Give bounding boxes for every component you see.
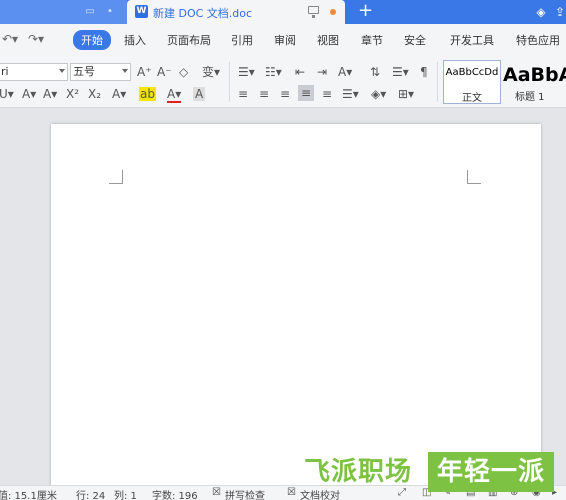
grow-font-icon[interactable]: A⁺ (137, 65, 152, 79)
menu-view[interactable]: 视图 (317, 32, 339, 48)
spell-check-icon[interactable]: ☒ (212, 487, 221, 498)
menu-special-apps[interactable]: 特色应用 (516, 32, 560, 48)
show-marks-icon[interactable]: ¶ (420, 65, 428, 79)
align-left-icon[interactable]: ≡ (238, 87, 248, 101)
borders-icon[interactable]: ⊞▾ (398, 87, 414, 101)
distributed-align-icon[interactable]: ≡ (322, 87, 332, 101)
menu-review[interactable]: 审阅 (274, 32, 296, 48)
redo-icon[interactable]: ↷▾ (28, 32, 44, 46)
font-name-select[interactable]: ri (0, 63, 68, 81)
document-tab-title: 新建 DOC 文档.doc (153, 7, 253, 20)
skin-icon[interactable]: ◈ (533, 4, 549, 20)
divider (229, 62, 230, 102)
justify-icon[interactable]: ≡ (298, 85, 315, 101)
unsaved-dot-icon (330, 9, 336, 15)
doc-check-icon[interactable]: ☒ (287, 487, 296, 498)
decrease-indent-icon[interactable]: ⇤ (295, 65, 305, 79)
undo-icon[interactable]: ↶▾ (2, 32, 18, 46)
share-icon[interactable]: ⇪ (552, 4, 566, 20)
clear-format-icon[interactable]: ◇ (179, 65, 188, 79)
bullet-list-icon[interactable]: ☰▾ (238, 65, 255, 79)
menu-page-layout[interactable]: 页面布局 (167, 32, 211, 48)
shading-icon[interactable]: ◈▾ (371, 87, 386, 101)
status-word-count[interactable]: 字数: 196 (152, 487, 198, 500)
line-spacing-icon[interactable]: ☰▾ (392, 65, 409, 79)
style-heading-1-sample[interactable]: AaBbA (503, 64, 566, 86)
ribbon-toolbar: ri 五号 A⁺ A⁻ ◇ 变▾ U▾ A▾ A▾ X² X₂ A▾ ab A▾… (0, 56, 566, 108)
menu-references[interactable]: 引用 (231, 32, 253, 48)
font-size-value: 五号 (73, 65, 95, 78)
paragraph-spacing-icon[interactable]: ☰▾ (342, 87, 359, 101)
status-position[interactable]: 值: 15.1厘米 (0, 487, 57, 500)
word-doc-icon: W (135, 5, 148, 18)
menu-chapter[interactable]: 章节 (361, 32, 383, 48)
tab-bar: ▭ • W 新建 DOC 文档.doc + ◈ ⇪ (0, 0, 566, 24)
style-heading-1-label: 标题 1 (515, 92, 545, 103)
text-color-icon[interactable]: A▾ (167, 87, 182, 103)
inactive-tab[interactable]: ▭ • (0, 0, 127, 24)
text-direction-icon[interactable]: A▾ (338, 65, 352, 79)
watermark-text-right: 年轻一派 (428, 452, 554, 492)
watermark-text-left: 飞派职场 (304, 457, 413, 487)
new-tab-icon[interactable]: + (358, 1, 373, 21)
superscript-icon[interactable]: X² (66, 87, 79, 101)
font-name-value: ri (1, 65, 9, 78)
monitor-icon[interactable]: ▭ (84, 6, 96, 18)
underline-icon[interactable]: U▾ (0, 87, 14, 101)
margin-corner-mark (109, 170, 123, 184)
style-normal-label: 正文 (462, 93, 482, 104)
margin-corner-mark (467, 170, 481, 184)
spell-check-button[interactable]: 拼写检查 (225, 487, 265, 500)
menu-bar: ↶▾ ↷▾ 开始 插入 页面布局 引用 审阅 视图 章节 安全 开发工具 特色应… (0, 24, 566, 56)
style-normal-sample: AaBbCcDd (445, 67, 499, 78)
phonetic-guide-icon[interactable]: 变▾ (202, 65, 220, 79)
highlight-icon[interactable]: ab (139, 87, 156, 101)
increase-indent-icon[interactable]: ⇥ (317, 65, 327, 79)
divider (437, 62, 438, 102)
chevron-down-icon (59, 69, 65, 73)
font-color-dropdown-icon[interactable]: A▾ (22, 87, 36, 101)
subscript-icon[interactable]: X₂ (88, 87, 101, 101)
monitor-icon[interactable] (308, 6, 319, 18)
char-shading-icon[interactable]: A (193, 87, 206, 101)
tab-dot-icon: • (107, 6, 113, 17)
font-size-select[interactable]: 五号 (70, 63, 131, 81)
align-right-icon[interactable]: ≡ (280, 87, 290, 101)
sort-icon[interactable]: ⇅ (370, 65, 380, 79)
menu-start[interactable]: 开始 (73, 30, 111, 50)
text-effect-icon[interactable]: A▾ (112, 87, 126, 101)
menu-security[interactable]: 安全 (404, 32, 426, 48)
align-center-icon[interactable]: ≡ (259, 87, 269, 101)
strikethrough-icon[interactable]: A▾ (43, 87, 57, 101)
chevron-down-icon (122, 69, 128, 73)
active-document-tab[interactable]: W 新建 DOC 文档.doc (127, 0, 345, 24)
shrink-font-icon[interactable]: A⁻ (157, 65, 172, 79)
menu-insert[interactable]: 插入 (124, 32, 146, 48)
style-normal[interactable]: AaBbCcDd 正文 (443, 60, 501, 104)
menu-developer-tools[interactable]: 开发工具 (450, 32, 494, 48)
status-line[interactable]: 行: 24 (76, 487, 105, 500)
status-column[interactable]: 列: 1 (114, 487, 137, 500)
numbered-list-icon[interactable]: ☷▾ (265, 65, 282, 79)
